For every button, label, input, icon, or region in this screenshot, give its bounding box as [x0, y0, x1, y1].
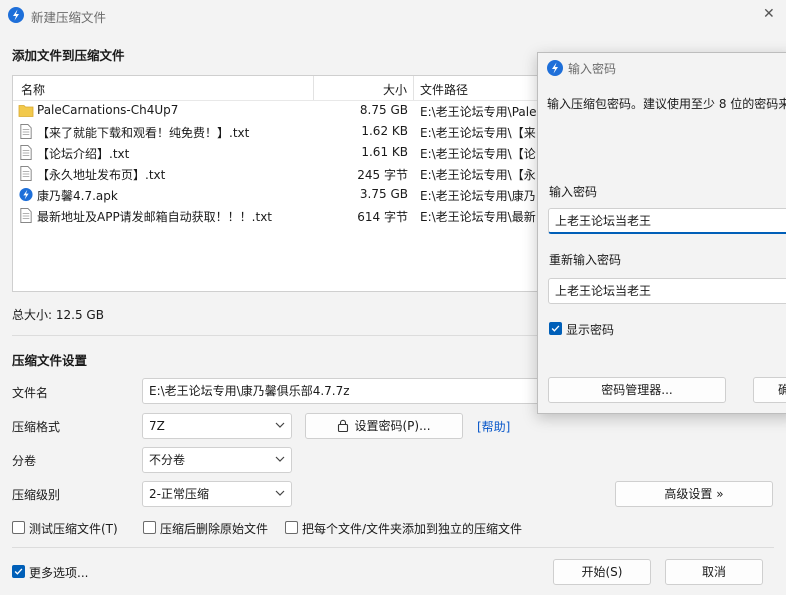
total-size: 总大小: 12.5 GB	[12, 308, 104, 322]
chevron-down-icon	[275, 490, 285, 496]
set-password-button[interactable]: 设置密码(P)...	[305, 413, 463, 439]
chevron-down-icon	[275, 456, 285, 462]
file-size: 1.61 KB	[361, 145, 408, 159]
file-name: 【论坛介绍】.txt	[37, 147, 130, 161]
start-button[interactable]: 开始(S)	[553, 559, 651, 585]
folder-icon	[18, 105, 34, 117]
file-name: 【来了就能下载和观看！纯免费！】.txt	[37, 126, 250, 140]
file-size: 614 字节	[357, 210, 408, 224]
file-name: 康乃馨4.7.apk	[37, 189, 118, 203]
level-value: 2-正常压缩	[149, 487, 209, 501]
file-list-row[interactable]: 【永久地址发布页】.txt 245 字节 E:\老王论坛专用\【永	[13, 163, 551, 184]
file-name: 【永久地址发布页】.txt	[37, 168, 166, 182]
column-header-name[interactable]: 名称	[21, 81, 45, 98]
confirm-password-label: 重新输入密码	[549, 253, 622, 267]
level-select[interactable]: 2-正常压缩	[142, 481, 292, 507]
title-bar: 新建压缩文件 ✕	[0, 0, 786, 30]
checkmark-icon	[551, 325, 560, 332]
file-list-row[interactable]: 最新地址及APP请发邮箱自动获取！！！.txt 614 字节 E:\老王论坛专用…	[13, 205, 551, 226]
file-path: E:\老王论坛专用\康乃	[420, 189, 536, 203]
file-list-row[interactable]: PaleCarnations-Ch4Up7 8.75 GB E:\老王论坛专用\…	[13, 100, 551, 121]
password-dialog-title: 输入密码	[568, 62, 617, 76]
add-files-section-title: 添加文件到压缩文件	[12, 48, 125, 63]
footer-divider	[12, 547, 774, 548]
help-link[interactable]: [帮助]	[477, 418, 510, 435]
more-options-label: 更多选项...	[29, 566, 89, 580]
password-instruction: 输入压缩包密码。建议使用至少 8 位的密码来	[547, 97, 786, 111]
password-dialog[interactable]: 输入密码 输入压缩包密码。建议使用至少 8 位的密码来 输入密码 上老王论坛当老…	[537, 52, 786, 414]
password-manager-button[interactable]: 密码管理器...	[548, 377, 726, 403]
format-label: 压缩格式	[12, 420, 61, 434]
show-password-label: 显示密码	[566, 323, 615, 337]
password-ok-button[interactable]: 确	[753, 377, 786, 403]
text-file-icon	[20, 145, 32, 160]
file-list-row[interactable]: 【来了就能下载和观看！纯免费！】.txt 1.62 KB E:\老王论坛专用\【…	[13, 121, 551, 142]
file-size: 245 字节	[357, 168, 408, 182]
password-input[interactable]: 上老王论坛当老王	[548, 208, 786, 234]
file-list-row[interactable]: 康乃馨4.7.apk 3.75 GB E:\老王论坛专用\康乃	[13, 184, 551, 205]
file-list-header: 名称 大小 文件路径	[13, 76, 551, 101]
checkmark-icon	[14, 568, 23, 575]
advanced-settings-button[interactable]: 高级设置 »	[615, 481, 773, 507]
test-archive-label: 测试压缩文件(T)	[29, 522, 118, 536]
filename-label: 文件名	[12, 386, 49, 400]
file-name: PaleCarnations-Ch4Up7	[37, 103, 179, 117]
lock-icon	[338, 419, 349, 432]
password-label: 输入密码	[549, 185, 598, 199]
column-header-path[interactable]: 文件路径	[420, 81, 468, 98]
file-size: 3.75 GB	[359, 187, 408, 201]
split-select[interactable]: 不分卷	[142, 447, 292, 473]
file-path: E:\老王论坛专用\最新	[420, 210, 536, 224]
chevron-down-icon	[275, 422, 285, 428]
column-separator[interactable]	[413, 76, 414, 100]
show-password-checkbox[interactable]	[549, 322, 562, 335]
bandizip-app-icon	[8, 7, 24, 23]
split-value: 不分卷	[149, 453, 186, 467]
delete-original-checkbox[interactable]	[143, 521, 156, 534]
split-label: 分卷	[12, 454, 37, 468]
separate-archives-label: 把每个文件/文件夹添加到独立的压缩文件	[302, 522, 523, 536]
delete-original-label: 压缩后删除原始文件	[160, 522, 269, 536]
file-size: 1.62 KB	[361, 124, 408, 138]
text-file-icon	[20, 208, 32, 223]
apk-icon	[19, 187, 33, 202]
bandizip-app-icon	[547, 60, 563, 76]
format-value: 7Z	[149, 419, 165, 433]
separate-archives-checkbox[interactable]	[285, 521, 298, 534]
close-icon[interactable]: ✕	[763, 6, 775, 22]
set-password-label: 设置密码(P)...	[354, 419, 431, 433]
text-file-icon	[20, 124, 32, 139]
level-label: 压缩级别	[12, 488, 61, 502]
column-header-size[interactable]: 大小	[383, 81, 407, 98]
cancel-button[interactable]: 取消	[665, 559, 763, 585]
file-name: 最新地址及APP请发邮箱自动获取！！！.txt	[37, 210, 273, 224]
settings-section-title: 压缩文件设置	[12, 353, 88, 368]
more-options-checkbox[interactable]	[12, 565, 25, 578]
file-path: E:\老王论坛专用\【永	[420, 168, 536, 182]
file-list-row[interactable]: 【论坛介绍】.txt 1.61 KB E:\老王论坛专用\【论	[13, 142, 551, 163]
window-title: 新建压缩文件	[31, 10, 107, 25]
filename-input[interactable]: E:\老王论坛专用\康乃馨俱乐部4.7.7z	[142, 378, 542, 404]
file-list[interactable]: 名称 大小 文件路径 PaleCarnations-Ch4Up7 8.75 GB…	[12, 75, 552, 292]
format-select[interactable]: 7Z	[142, 413, 292, 439]
file-path: E:\老王论坛专用\【来	[420, 126, 536, 140]
file-size: 8.75 GB	[359, 103, 408, 117]
confirm-password-input[interactable]: 上老王论坛当老王	[548, 278, 786, 304]
text-file-icon	[20, 166, 32, 181]
column-separator[interactable]	[313, 76, 314, 100]
file-path: E:\老王论坛专用\【论	[420, 147, 536, 161]
file-path: E:\老王论坛专用\Pale	[420, 105, 537, 119]
test-archive-checkbox[interactable]	[12, 521, 25, 534]
